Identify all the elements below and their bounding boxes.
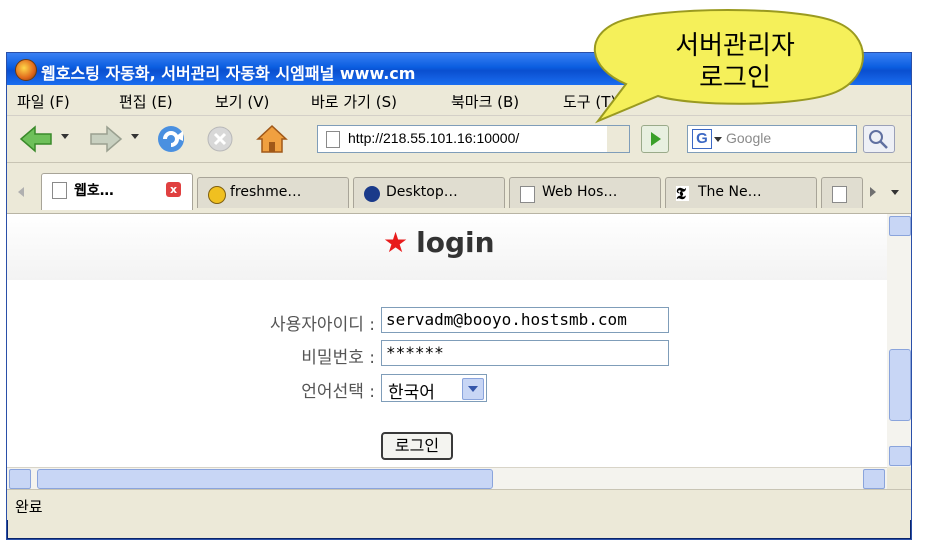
scroll-down-icon[interactable] [889, 446, 911, 466]
menu-go[interactable]: 바로 가기 (S) [311, 91, 397, 112]
tab-bar: 웹호… x freshme… Desktop… Web Hos… 𝕿 The N… [7, 163, 911, 214]
url-dropdown-button[interactable] [607, 125, 630, 153]
forward-arrow-icon [90, 125, 123, 153]
search-button[interactable] [863, 125, 895, 153]
tab-desktop[interactable]: Desktop… [353, 177, 505, 208]
back-arrow-icon [19, 125, 52, 153]
language-label: 언어선택 : [301, 382, 375, 402]
tab-list-icon[interactable] [889, 185, 901, 199]
window-title: 웹호스팅 자동화, 서버관리 자동화 시엠패널 www.cm [41, 64, 416, 83]
chevron-down-icon[interactable] [462, 378, 484, 400]
password-field[interactable]: ****** [381, 340, 669, 366]
vertical-scroll-thumb[interactable] [889, 349, 911, 421]
callout-bubble: 서버관리자 로그인 [578, 6, 876, 124]
language-value: 한국어 [388, 383, 435, 403]
tab-close-icon[interactable]: x [166, 182, 181, 197]
stop-button[interactable] [203, 122, 237, 156]
tab-label: Desktop… [386, 184, 458, 200]
penguin-icon [364, 186, 380, 202]
star-icon: ★ [383, 226, 409, 259]
nyt-icon: 𝕿 [676, 186, 689, 202]
search-engine-dropdown-icon[interactable] [714, 137, 722, 142]
page-icon [832, 186, 847, 203]
search-placeholder: Google [726, 130, 772, 146]
login-button[interactable]: 로그인 [381, 432, 453, 460]
tab-label: freshme… [230, 184, 302, 200]
callout-text: 서버관리자 로그인 [675, 31, 795, 93]
scroll-left-icon[interactable] [9, 469, 31, 489]
scroll-up-icon[interactable] [889, 216, 911, 236]
horizontal-scrollbar[interactable] [7, 467, 887, 490]
status-bar: 완료 [7, 489, 911, 520]
reload-button[interactable] [153, 122, 189, 156]
stop-icon [207, 126, 233, 152]
menu-edit[interactable]: 편집 (E) [119, 91, 173, 112]
tab-label: Web Hos… [542, 184, 618, 200]
home-icon [256, 124, 288, 153]
page-content: ★ login 사용자아이디 : servadm@booyo.hostsmb.co… [7, 214, 887, 467]
search-box[interactable]: G Google [687, 125, 857, 153]
tab-cmpanel[interactable]: 웹호… x [41, 173, 193, 210]
vertical-scrollbar[interactable] [887, 214, 911, 467]
google-icon: G [692, 129, 712, 149]
page-icon [326, 131, 340, 148]
back-dropdown-icon[interactable] [61, 134, 69, 139]
menu-view[interactable]: 보기 (V) [215, 91, 269, 112]
home-button[interactable] [255, 122, 289, 156]
tab-overflow[interactable] [821, 177, 863, 208]
status-text: 완료 [15, 498, 43, 516]
scroll-right-icon[interactable] [863, 469, 885, 489]
tab-nytimes[interactable]: 𝕿 The Ne… [665, 177, 817, 208]
tab-scroll-right-icon[interactable] [867, 185, 879, 199]
password-label: 비밀번호 : [301, 348, 375, 368]
menu-bookmarks[interactable]: 북마크 (B) [451, 91, 519, 112]
username-label: 사용자아이디 : [270, 315, 375, 335]
go-button[interactable] [641, 125, 669, 153]
url-bar[interactable]: http://218.55.101.16:10000/ [317, 125, 609, 153]
freshmeat-icon [208, 186, 226, 204]
tab-label: 웹호… [74, 183, 114, 199]
firefox-logo-icon [15, 59, 37, 81]
back-button[interactable] [17, 122, 55, 156]
language-select[interactable]: 한국어 [381, 374, 487, 403]
login-heading: ★ login [383, 226, 495, 259]
tab-web-hosting[interactable]: Web Hos… [509, 177, 661, 208]
forward-dropdown-icon[interactable] [131, 134, 139, 139]
page-icon [52, 182, 67, 199]
tab-label: The Ne… [698, 184, 762, 200]
tab-freshmeat[interactable]: freshme… [197, 177, 349, 208]
horizontal-scroll-thumb[interactable] [37, 469, 493, 489]
browser-window: 웹호스팅 자동화, 서버관리 자동화 시엠패널 www.cm 파일 (F) 편집… [6, 52, 912, 540]
tab-scroll-left-icon[interactable] [15, 185, 27, 199]
magnifier-icon [869, 130, 888, 149]
url-text: http://218.55.101.16:10000/ [348, 130, 520, 146]
username-field[interactable]: servadm@booyo.hostsmb.com [381, 307, 669, 333]
menu-file[interactable]: 파일 (F) [17, 91, 70, 112]
scroll-corner [887, 467, 911, 489]
reload-icon [158, 126, 184, 152]
forward-button[interactable] [87, 122, 125, 156]
page-icon [520, 186, 535, 203]
